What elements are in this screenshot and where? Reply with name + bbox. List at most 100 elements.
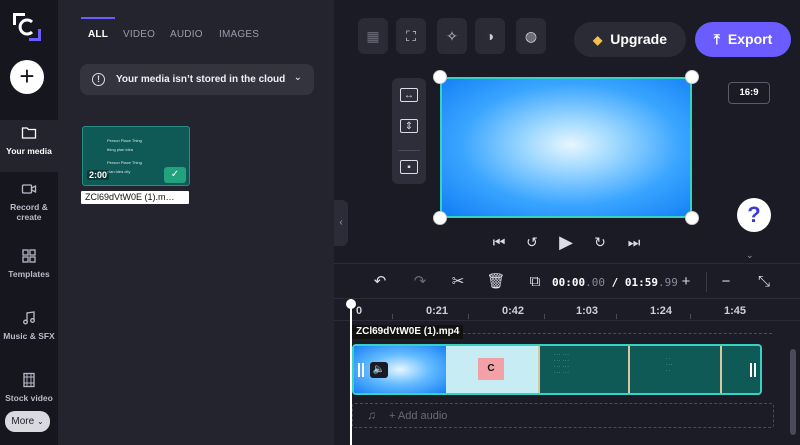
rail-item-stock-video[interactable]: Stock video	[0, 372, 58, 403]
added-check-icon: ✓	[164, 167, 186, 183]
layout-icon[interactable]: ▦	[358, 18, 388, 54]
redo-icon[interactable]: ↷	[410, 273, 430, 291]
rail-item-templates[interactable]: Templates	[0, 248, 58, 279]
tab-audio[interactable]: AUDIO	[170, 29, 203, 40]
tab-video[interactable]: VIDEO	[123, 29, 155, 40]
collapse-panel-button[interactable]: ‹	[334, 200, 348, 246]
track-label: ZCl69dVtW0E (1).mp4	[352, 325, 464, 339]
add-audio-track[interactable]: ♫ + Add audio	[352, 403, 774, 428]
timeline-ruler[interactable]: 0 0:21 0:42 1:03 1:24 1:45	[334, 299, 800, 321]
video-clip[interactable]: C · · · · · · · · · · · · · · · · · · · · ·…	[352, 344, 762, 395]
zoom-in-icon[interactable]: +	[676, 273, 696, 291]
cloud-storage-banner[interactable]: ! Your media isn’t stored in the cloud ⌄	[80, 64, 314, 95]
tab-all[interactable]: ALL	[88, 29, 108, 40]
timeline-scrollbar[interactable]	[790, 349, 796, 435]
clip-frame: · · · · · · ·	[628, 346, 720, 393]
film-icon	[23, 372, 35, 388]
fit-icon[interactable]: ↔	[400, 88, 418, 102]
chevron-down-icon[interactable]: ⌄	[294, 72, 302, 83]
clip-frame: · · · · · · · · · · · · · · · · · · · · · ·…	[538, 346, 628, 393]
timeline: ↶ ↷ ✂ 🗑 ⧉ 00:00.00 / 01:59.99 + − ⤡ 0 0:…	[334, 263, 800, 445]
timeline-toolbar: ↶ ↷ ✂ 🗑 ⧉ 00:00.00 / 01:59.99 + − ⤡	[334, 264, 800, 299]
crop-icon[interactable]: ⛶	[396, 18, 426, 54]
resize-handle[interactable]	[685, 70, 699, 84]
divider	[706, 272, 707, 292]
chevron-down-icon: ⌄	[36, 417, 44, 426]
skip-back-icon[interactable]: ⏮	[489, 232, 509, 252]
zoom-out-icon[interactable]: −	[716, 273, 736, 291]
resize-handle[interactable]	[433, 211, 447, 225]
help-button[interactable]: ?	[737, 198, 771, 232]
clipchamp-logo-icon[interactable]	[11, 11, 43, 43]
cloud-banner-text: Your media isn’t stored in the cloud	[116, 74, 286, 85]
timecode-display: 00:00.00 / 01:59.99	[552, 276, 678, 289]
timecode-total-ms: .99	[658, 276, 678, 289]
timecode-current: 00:00	[552, 276, 586, 289]
frame-text: · · · · · · ·	[666, 356, 673, 373]
media-filename[interactable]: ZCl69dVtW0E (1).m…	[81, 191, 189, 204]
play-icon[interactable]: ▶	[556, 232, 576, 252]
music-note-icon: ♫	[367, 408, 376, 422]
upgrade-button[interactable]: ◆ Upgrade	[574, 22, 686, 57]
info-icon: !	[92, 73, 105, 86]
ruler-tick: 1:24	[650, 305, 673, 317]
delete-icon[interactable]: 🗑	[486, 273, 506, 291]
aspect-ratio-button[interactable]: 16:9	[728, 82, 770, 104]
more-label: More	[11, 416, 35, 427]
folder-icon	[21, 127, 37, 139]
contrast-icon[interactable]: ◑	[475, 18, 505, 54]
ruler-tick: 1:03	[576, 305, 599, 317]
rail-item-your-media[interactable]: Your media	[0, 120, 58, 172]
timecode-separator: /	[605, 276, 625, 289]
playhead-handle[interactable]	[346, 299, 356, 309]
forward-5s-icon[interactable]: ↻	[590, 232, 610, 252]
split-scissors-icon[interactable]: ✂	[448, 273, 468, 291]
chevron-down-icon[interactable]: ⌄	[746, 250, 754, 261]
tab-images[interactable]: IMAGES	[219, 29, 259, 40]
magic-wand-icon[interactable]: ✧	[437, 18, 467, 54]
clip-trim-handle-right[interactable]	[750, 363, 756, 377]
music-icon	[23, 311, 35, 325]
preview-area: ▦ ⛶ ✧ ◑ ◍ ◆ Upgrade ⤒ Export ↔ ⇕ ▪ 16:9 ? …	[334, 0, 800, 263]
volume-icon[interactable]: 🔈	[370, 362, 388, 378]
video-canvas[interactable]	[440, 77, 692, 218]
media-thumbnail[interactable]: Person Place Thing thing plan idea Perso…	[82, 126, 190, 186]
rail-item-label: Music & SFX	[3, 331, 55, 341]
fit-timeline-icon[interactable]: ⤡	[754, 273, 774, 291]
playhead[interactable]	[350, 299, 352, 445]
resize-handle[interactable]	[685, 211, 699, 225]
filter-icon[interactable]: ◍	[516, 18, 546, 54]
rail-item-music-sfx[interactable]: Music & SFX	[0, 310, 58, 341]
clip-frame	[354, 346, 446, 393]
rewind-5s-icon[interactable]: ↺	[522, 232, 542, 252]
picture-in-picture-icon[interactable]: ▪	[400, 160, 418, 174]
thumbnail-line: Person Place Thing	[107, 138, 142, 143]
templates-icon	[22, 249, 36, 263]
rail-item-record-create[interactable]: Record & create	[0, 181, 58, 222]
left-rail: + Your media Record & create Templates M…	[0, 0, 58, 445]
more-button[interactable]: More ⌄	[5, 411, 50, 432]
media-panel: ALL VIDEO AUDIO IMAGES ! Your media isn’…	[58, 0, 334, 445]
undo-icon[interactable]: ↶	[370, 273, 390, 291]
skip-forward-icon[interactable]: ⏭	[624, 232, 644, 252]
ruler-tick: 0:42	[502, 305, 525, 317]
add-audio-label: + Add audio	[389, 410, 448, 422]
resize-handle[interactable]	[433, 70, 447, 84]
clip-trim-handle-left[interactable]	[358, 363, 364, 377]
canvas-side-tools: ↔ ⇕ ▪	[392, 78, 426, 184]
fill-icon[interactable]: ⇕	[400, 119, 418, 133]
video-editor-app: + Your media Record & create Templates M…	[0, 0, 800, 445]
rail-item-label: Templates	[8, 269, 50, 279]
rail-item-label: Record & create	[10, 202, 48, 222]
diamond-icon: ◆	[592, 33, 603, 47]
export-button[interactable]: ⤒ Export	[695, 22, 791, 57]
timecode-current-ms: .00	[585, 276, 605, 289]
camera-icon	[21, 184, 37, 194]
divider	[398, 150, 420, 151]
ruler-tick: 0	[356, 305, 363, 317]
ruler-minor-tick	[544, 314, 545, 319]
upgrade-label: Upgrade	[610, 31, 668, 47]
add-media-button[interactable]: +	[10, 60, 44, 94]
upload-icon: ⤒	[713, 31, 720, 47]
duplicate-icon[interactable]: ⧉	[525, 273, 545, 291]
